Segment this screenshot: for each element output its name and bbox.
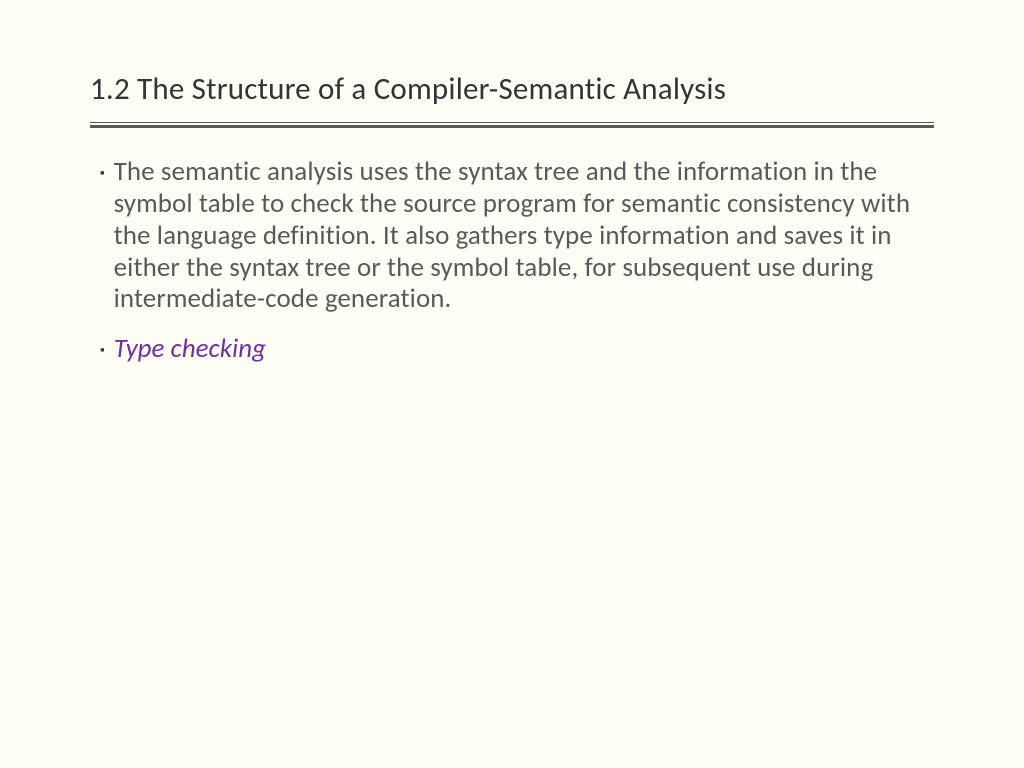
slide-content: ▪ The semantic analysis uses the syntax … bbox=[90, 156, 934, 365]
divider-thick bbox=[90, 125, 934, 128]
bullet-marker-icon: ▪ bbox=[100, 343, 105, 358]
slide-container: 1.2 The Structure of a Compiler-Semantic… bbox=[0, 0, 1024, 423]
bullet-item: ▪ Type checking bbox=[100, 333, 934, 365]
bullet-text-highlight: Type checking bbox=[114, 333, 266, 365]
slide-title: 1.2 The Structure of a Compiler-Semantic… bbox=[90, 70, 934, 108]
bullet-text: The semantic analysis uses the syntax tr… bbox=[114, 156, 934, 315]
title-divider bbox=[90, 122, 934, 128]
bullet-item: ▪ The semantic analysis uses the syntax … bbox=[100, 156, 934, 315]
divider-thin bbox=[90, 122, 934, 123]
bullet-marker-icon: ▪ bbox=[100, 166, 105, 181]
